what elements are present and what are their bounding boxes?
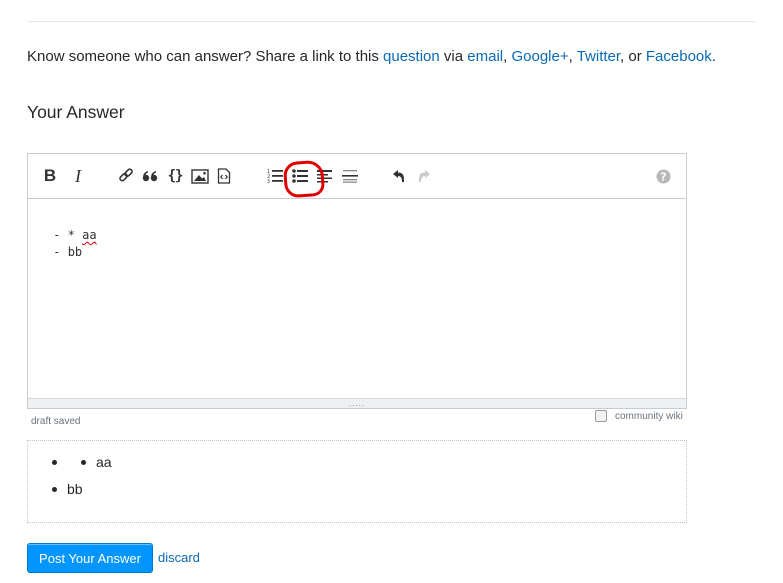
help-button[interactable]: ? — [653, 166, 673, 186]
image-icon — [191, 168, 209, 184]
community-wiki-label: community wiki — [615, 410, 683, 422]
snippet-button[interactable] — [214, 166, 234, 186]
editor-toolbar: B I {} 123 ? — [28, 154, 686, 199]
heading-icon — [317, 170, 332, 183]
code-button[interactable]: {} — [165, 166, 185, 186]
snippet-icon — [217, 168, 231, 184]
preview-item-text: bb — [67, 481, 83, 497]
svg-text:3: 3 — [267, 179, 270, 184]
quote-icon — [142, 171, 158, 182]
nested-bullet-icon — [81, 459, 86, 465]
bullet-icon — [52, 486, 57, 492]
redo-icon — [419, 170, 430, 182]
redo-button[interactable] — [414, 166, 434, 186]
link-icon — [119, 168, 133, 182]
preview-list-item: aa — [52, 453, 112, 471]
question-link[interactable]: question — [383, 48, 440, 65]
post-answer-button[interactable]: Post Your Answer — [27, 543, 153, 573]
italic-button[interactable]: I — [68, 166, 88, 186]
section-divider — [27, 21, 755, 22]
discard-link[interactable]: discard — [158, 550, 200, 565]
horizontal-rule-icon — [342, 170, 358, 183]
bold-button[interactable]: B — [40, 166, 60, 186]
answer-editor: B I {} 123 ? - * aa - bb ..... — [27, 153, 687, 409]
community-wiki-option[interactable]: community wiki — [595, 410, 683, 422]
facebook-link[interactable]: Facebook — [646, 48, 712, 65]
misspelled-word: aa — [82, 228, 97, 242]
help-icon: ? — [656, 169, 670, 183]
share-text-or: , or — [620, 48, 646, 65]
answer-preview: aa bb — [27, 440, 687, 523]
email-link[interactable]: email — [467, 48, 503, 65]
editor-line: - bb — [46, 245, 83, 259]
code-braces-icon: {} — [167, 168, 184, 184]
horizontal-rule-button[interactable] — [340, 166, 360, 186]
answer-textarea[interactable]: - * aa - bb — [28, 199, 686, 423]
community-wiki-checkbox[interactable] — [595, 410, 607, 422]
heading-button[interactable] — [315, 166, 335, 186]
separator: , — [568, 48, 577, 65]
bold-icon: B — [43, 166, 57, 185]
link-button[interactable] — [116, 166, 136, 186]
ordered-list-button[interactable]: 123 — [265, 166, 285, 186]
image-button[interactable] — [190, 166, 210, 186]
grip-dots: ..... — [348, 398, 366, 408]
google-plus-link[interactable]: Google+ — [511, 48, 568, 65]
bulleted-list-icon — [292, 169, 308, 183]
preview-item-text: aa — [96, 454, 112, 470]
svg-text:?: ? — [660, 170, 666, 183]
share-text-via: via — [439, 48, 468, 65]
share-prompt: Know someone who can answer? Share a lin… — [27, 46, 727, 68]
undo-icon — [393, 170, 404, 182]
bulleted-list-button[interactable] — [290, 166, 310, 186]
period: . — [711, 48, 716, 65]
draft-status: draft saved — [31, 416, 81, 427]
resize-grip[interactable]: ..... — [28, 398, 686, 408]
undo-button[interactable] — [389, 166, 409, 186]
ordered-list-icon: 123 — [267, 169, 283, 184]
twitter-link[interactable]: Twitter — [577, 48, 620, 65]
share-text: Know someone who can answer? Share a lin… — [27, 48, 384, 65]
editor-line: - * aa — [46, 228, 97, 242]
your-answer-heading: Your Answer — [27, 102, 125, 122]
italic-icon: I — [75, 165, 81, 186]
preview-list-item: bb — [52, 480, 83, 498]
blockquote-button[interactable] — [140, 166, 160, 186]
bullet-icon — [52, 459, 57, 465]
